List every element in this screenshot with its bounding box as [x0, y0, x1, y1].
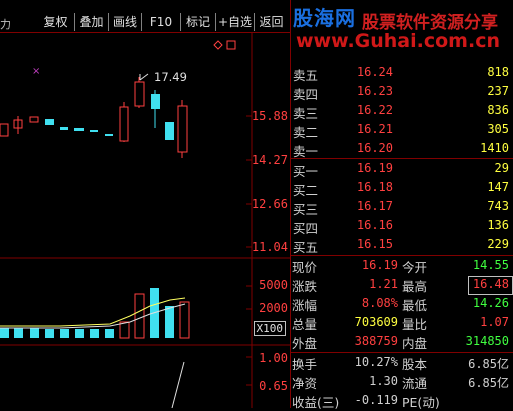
stat-label: 最高	[402, 279, 428, 294]
buy-row[interactable]: 买二 16.18 147	[291, 178, 513, 198]
toolbar-button-add-favorite[interactable]: +自选	[216, 13, 255, 31]
sell-volume: 836	[487, 103, 509, 117]
buy-price: 16.18	[356, 180, 393, 194]
kline-chart-area[interactable]: × 17.49 15.88 14.27 12.66 11.04 5000 200…	[0, 32, 290, 409]
sell-row[interactable]: 卖三 16.22 836	[291, 101, 513, 121]
sell-price: 16.20	[356, 141, 393, 155]
sell-volume: 305	[487, 122, 509, 136]
toolbar-button-f10[interactable]: F10	[142, 13, 181, 31]
sell-row[interactable]: 卖四 16.23 237	[291, 82, 513, 102]
buy-row[interactable]: 买四 16.16 136	[291, 216, 513, 236]
stat-value: 314850	[465, 334, 509, 348]
stat-label: 涨幅	[292, 298, 318, 313]
chart-title-stub: 力	[0, 18, 11, 31]
stat-label: 换手	[292, 357, 318, 372]
buy-price: 16.15	[356, 237, 393, 251]
stat-label: 流通	[402, 376, 428, 391]
buy-level-label: 买五	[293, 240, 319, 255]
volume-axis-label: 5000	[259, 278, 288, 292]
chart-toolbar: 力 复权 叠加 画线 F10 标记 +自选 返回	[0, 0, 290, 33]
toolbar-button-draw-line[interactable]: 画线	[109, 13, 142, 31]
price-axis-label: 12.66	[251, 197, 288, 211]
buy-volume: 229	[487, 237, 509, 251]
indicator-axis-label: 0.65	[259, 379, 288, 393]
buy-volume: 29	[494, 161, 509, 175]
sell-price: 16.24	[356, 65, 393, 79]
stat-label: 外盘	[292, 336, 318, 351]
sell-row[interactable]: 卖二 16.21 305	[291, 120, 513, 140]
stat-value: 14.55	[472, 258, 509, 272]
square-icon	[226, 40, 236, 50]
stat-label: 现价	[292, 260, 318, 275]
stat-label: 收益(三)	[292, 395, 340, 410]
stat-label: 涨跌	[292, 279, 318, 294]
stat-value: 1.07	[480, 315, 509, 329]
stat-value: 1.21	[369, 277, 398, 291]
sell-row[interactable]: 卖一 16.20 1410	[291, 139, 513, 159]
price-axis-label: 15.88	[251, 109, 288, 123]
stat-label: 总量	[292, 317, 318, 332]
stat-label: 量比	[402, 317, 428, 332]
stat-value: 8.08%	[361, 296, 398, 310]
sell-row[interactable]: 卖五 16.24 818	[291, 63, 513, 83]
buy-row[interactable]: 买一 16.19 29	[291, 159, 513, 179]
stat-value: 6.85亿	[468, 376, 509, 390]
stat-value: 6.85亿	[468, 357, 509, 371]
sell-volume: 237	[487, 84, 509, 98]
toolbar-button-overlay[interactable]: 叠加	[75, 13, 109, 31]
svg-text:×: ×	[32, 66, 40, 77]
buy-price: 16.19	[356, 161, 393, 175]
buy-price: 16.17	[356, 199, 393, 213]
price-axis-label: 14.27	[251, 153, 288, 167]
sell-price: 16.22	[356, 103, 393, 117]
buy-row[interactable]: 买五 16.15 229	[291, 235, 513, 255]
stat-label: 最低	[402, 298, 428, 313]
sell-price: 16.21	[356, 122, 393, 136]
stat-label: 今开	[402, 260, 428, 275]
stat-value: -0.119	[354, 393, 398, 407]
buy-volume: 743	[487, 199, 509, 213]
toolbar-button-back[interactable]: 返回	[255, 13, 288, 31]
stat-value: 388759	[354, 334, 398, 348]
volume-bars	[0, 288, 190, 339]
sell-volume: 818	[487, 65, 509, 79]
candlesticks	[0, 77, 188, 158]
stat-value: 1.30	[369, 374, 398, 388]
stat-value: 16.19	[361, 258, 398, 272]
sell-price: 16.23	[356, 84, 393, 98]
high-price-label: 17.49	[154, 70, 187, 84]
stats-divider	[290, 255, 513, 256]
stat-label: 内盘	[402, 336, 428, 351]
toolbar-button-restore-rights[interactable]: 复权	[37, 13, 75, 31]
indicator-axis-label: 1.00	[259, 351, 288, 365]
diamond-icon	[213, 40, 223, 50]
stat-value: 703609	[354, 315, 398, 329]
stat-value: 14.26	[472, 296, 509, 310]
price-axis-label: 11.04	[251, 240, 288, 254]
stat-label: 股本	[402, 357, 428, 372]
volume-axis-label: 2000	[259, 301, 288, 315]
volume-unit-label: X100	[253, 321, 286, 336]
stat-value: 10.27%	[354, 355, 398, 369]
watermark-brand: 股海网	[293, 6, 356, 30]
sell-volume: 1410	[480, 141, 509, 155]
kline-chart-svg: × 17.49	[0, 32, 290, 409]
high-price-highlight	[468, 276, 513, 295]
buy-price: 16.16	[356, 218, 393, 232]
stats2-divider	[290, 352, 513, 353]
toolbar-button-mark[interactable]: 标记	[181, 13, 216, 31]
stat-label: 净资	[292, 376, 318, 391]
buy-volume: 147	[487, 180, 509, 194]
watermark-url: www.Guhai.com.cn	[296, 30, 500, 52]
buy-volume: 136	[487, 218, 509, 232]
stat-label: PE(动)	[402, 395, 440, 410]
buy-row[interactable]: 买三 16.17 743	[291, 197, 513, 217]
